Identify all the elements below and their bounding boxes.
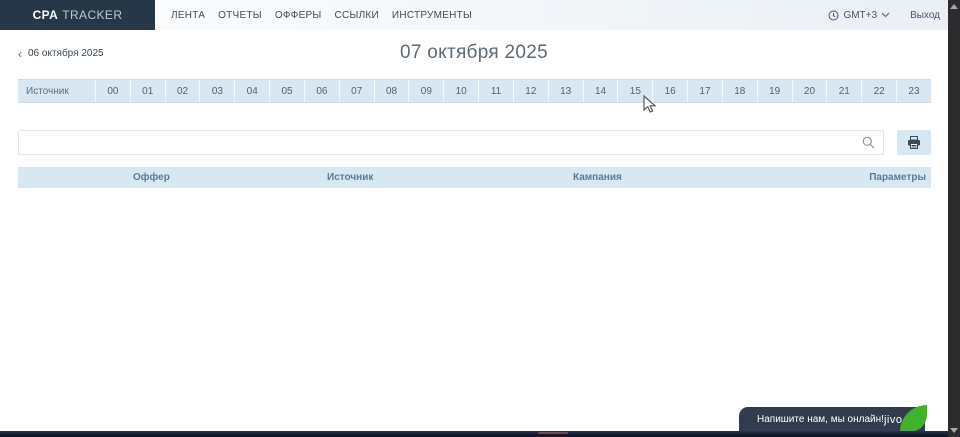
timezone-selector[interactable]: GMT+3	[828, 10, 890, 21]
hour-cell: 04	[234, 80, 269, 102]
nav-item-otchety[interactable]: ОТЧЕТЫ	[218, 10, 262, 21]
hour-cell: 00	[95, 80, 130, 102]
hour-cell: 09	[408, 80, 443, 102]
page-title: 07 октября 2025	[0, 42, 948, 64]
search-box	[18, 130, 884, 155]
clock-icon	[828, 10, 839, 21]
hour-cell: 01	[130, 80, 165, 102]
nav-item-instrumenty[interactable]: ИНСТРУМЕНТЫ	[392, 10, 472, 21]
hour-cell: 23	[896, 80, 931, 102]
hour-cell: 22	[861, 80, 896, 102]
scrollbar-up-icon[interactable]	[950, 4, 958, 9]
hour-cell: 18	[722, 80, 757, 102]
hour-cell: 06	[304, 80, 339, 102]
table-header-params: Параметры	[869, 172, 931, 183]
chevron-down-icon	[881, 12, 890, 18]
hour-cell: 03	[199, 80, 234, 102]
hour-cell: 12	[513, 80, 548, 102]
bottom-bar-accent	[538, 432, 568, 434]
hour-cell: 13	[548, 80, 583, 102]
hour-cells: 0001020304050607080910111213141516171819…	[95, 80, 931, 102]
nav-item-lenta[interactable]: ЛЕНТА	[171, 10, 205, 21]
logo-rest: TRACKER	[62, 8, 122, 22]
leaf-icon	[900, 405, 927, 432]
logout-link[interactable]: Выход	[910, 10, 940, 21]
main-nav: ЛЕНТА ОТЧЕТЫ ОФФЕРЫ ССЫЛКИ ИНСТРУМЕНТЫ	[171, 0, 472, 30]
print-button[interactable]	[897, 130, 931, 155]
chat-message: Напишите нам, мы онлайн!	[757, 414, 884, 425]
printer-icon	[907, 136, 921, 149]
hour-cell: 05	[269, 80, 304, 102]
nav-item-offery[interactable]: ОФФЕРЫ	[275, 10, 322, 21]
table-header-offer: Оффер	[133, 172, 327, 183]
chat-widget[interactable]: Напишите нам, мы онлайн! jivo	[739, 407, 925, 432]
hour-cell: 10	[443, 80, 478, 102]
hour-cell: 02	[165, 80, 200, 102]
logo-bold: CPA	[33, 8, 59, 22]
hour-cell: 16	[652, 80, 687, 102]
vertical-scrollbar[interactable]	[948, 0, 960, 437]
hour-cell: 08	[374, 80, 409, 102]
hour-cell: 11	[478, 80, 513, 102]
hour-cell: 21	[826, 80, 861, 102]
timezone-label: GMT+3	[843, 10, 877, 21]
hour-cell: 15	[617, 80, 652, 102]
search-input[interactable]	[19, 131, 883, 154]
table-header-campaign: Кампания	[573, 172, 869, 183]
hour-cell: 20	[792, 80, 827, 102]
chat-brand-label: jivo	[884, 414, 903, 426]
hour-bar: Источник 0001020304050607080910111213141…	[18, 79, 931, 103]
source-column-label: Источник	[18, 80, 95, 102]
app-window: CPA TRACKER ЛЕНТА ОТЧЕТЫ ОФФЕРЫ ССЫЛКИ И…	[0, 0, 960, 437]
hour-cell: 07	[339, 80, 374, 102]
hour-cell: 17	[687, 80, 722, 102]
bottom-bar	[0, 431, 948, 437]
top-right: GMT+3 Выход	[828, 0, 948, 30]
hour-cell: 14	[583, 80, 618, 102]
scrollbar-down-icon[interactable]	[950, 428, 958, 433]
top-bar: CPA TRACKER ЛЕНТА ОТЧЕТЫ ОФФЕРЫ ССЫЛКИ И…	[0, 0, 948, 30]
logo[interactable]: CPA TRACKER	[0, 0, 155, 30]
table-header-row: Оффер Источник Кампания Параметры	[18, 167, 931, 188]
table-header-source: Источник	[327, 172, 573, 183]
nav-item-ssylki[interactable]: ССЫЛКИ	[335, 10, 379, 21]
hour-cell: 19	[757, 80, 792, 102]
search-icon[interactable]	[862, 136, 875, 149]
